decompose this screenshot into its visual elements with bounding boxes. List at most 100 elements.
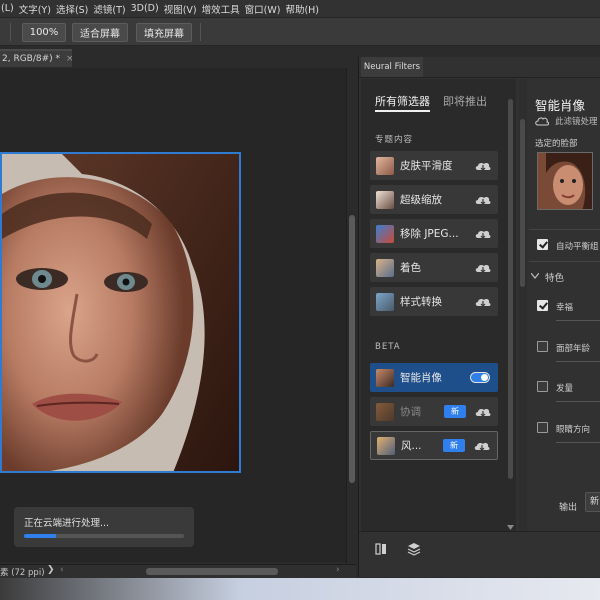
filter-label: 皮肤平滑度 (400, 160, 453, 172)
scroll-right-icon[interactable]: › (336, 565, 340, 575)
filter-settings: 智能肖像 此滤镜处理 选定的脸部 自动平衡组 特色 幸福 面部年龄 发量 眼睛方… (519, 79, 600, 531)
cloud-download-icon[interactable] (474, 262, 492, 274)
output-label: 输出 (559, 503, 578, 513)
menu-item-select[interactable]: 选择(S) (56, 2, 93, 16)
happiness-checkbox[interactable] (537, 300, 548, 311)
cloud-note: 此滤镜处理 (535, 115, 598, 127)
facial-age-slider[interactable] (556, 361, 600, 362)
filter-label: 超级缩放 (400, 194, 442, 206)
skin-smoothing-icon (376, 156, 394, 175)
zoom-percent-button[interactable]: 100% (22, 23, 66, 42)
filter-item-style-transfer[interactable]: 样式转换 (370, 287, 498, 316)
jpeg-artifacts-icon (376, 224, 394, 243)
document-tab-title: 2, RGB/8#) * (2, 54, 61, 64)
menu-item-layer[interactable]: (L) (0, 3, 19, 14)
beta-section-title: BETA (375, 342, 401, 352)
progress-fill (24, 534, 56, 538)
taskbar-strip (0, 578, 600, 600)
filter-label: 风... (401, 440, 422, 452)
filter-list-scrollbar[interactable] (506, 79, 516, 531)
happiness-label: 幸福 (556, 303, 574, 313)
options-divider (10, 23, 11, 41)
auto-balance-label: 自动平衡组 (556, 242, 599, 252)
new-badge: 新 (444, 405, 466, 418)
menu-item-help[interactable]: 帮助(H) (285, 2, 324, 16)
eye-direction-checkbox[interactable] (537, 422, 548, 433)
panel-tab-neural-filters[interactable]: Neural Filters (361, 57, 423, 77)
settings-scrollbar[interactable] (519, 79, 527, 531)
filter-item-landscape-mixer[interactable]: 风... 新 (370, 431, 498, 460)
menu-item-3d[interactable]: 3D(D) (131, 3, 164, 14)
auto-balance-checkbox[interactable] (537, 239, 548, 250)
cloud-download-icon[interactable] (474, 160, 492, 172)
cloud-note-text: 此滤镜处理 (555, 117, 598, 127)
filter-list: 所有筛选器 即将推出 专题内容 皮肤平滑度 超级缩放 移除 JPEG... 着色… (361, 79, 506, 531)
canvas-vertical-scrollbar[interactable] (346, 68, 356, 564)
filter-item-skin-smoothing[interactable]: 皮肤平滑度 (370, 151, 498, 180)
options-divider (200, 23, 201, 41)
panel-footer (359, 531, 600, 577)
status-bar: 素 (72 ppi) ❯ ‹ › (0, 564, 356, 578)
cloud-download-icon[interactable] (474, 228, 492, 240)
hair-thickness-checkbox[interactable] (537, 381, 548, 392)
features-section-label: 特色 (545, 273, 565, 284)
close-icon[interactable]: × (66, 54, 72, 64)
cloud-download-icon[interactable] (474, 406, 492, 418)
scroll-thumb[interactable] (349, 215, 355, 483)
filter-toggle[interactable] (470, 372, 490, 383)
cloud-progress-toast: 正在云端进行处理... (14, 507, 194, 547)
hair-thickness-slider[interactable] (556, 401, 600, 402)
menu-item-plugins[interactable]: 增效工具 (202, 2, 245, 16)
chevron-down-icon[interactable] (507, 525, 514, 530)
cloud-icon (535, 117, 549, 126)
menu-item-filter[interactable]: 滤镜(T) (93, 2, 130, 16)
featured-section-title: 专题内容 (375, 135, 414, 145)
chevron-down-icon[interactable] (531, 273, 539, 279)
menu-bar: (L) 文字(Y) 选择(S) 滤镜(T) 3D(D) 视图(V) 增效工具 窗… (0, 0, 600, 17)
filter-label: 着色 (400, 262, 421, 274)
fit-screen-button[interactable]: 适合屏幕 (72, 23, 128, 42)
filter-item-colorize[interactable]: 着色 (370, 253, 498, 282)
filter-label: 样式转换 (400, 296, 442, 308)
tab-all-filters[interactable]: 所有筛选器 (375, 93, 430, 112)
facial-age-checkbox[interactable] (537, 341, 548, 352)
tab-coming-soon[interactable]: 即将推出 (443, 93, 487, 109)
cloud-download-icon[interactable] (474, 194, 492, 206)
selected-face-thumbnail[interactable] (537, 152, 593, 210)
filter-title: 智能肖像 (535, 98, 586, 113)
filter-item-super-zoom[interactable]: 超级缩放 (370, 185, 498, 214)
new-badge: 新 (443, 439, 465, 452)
fill-screen-button[interactable]: 填充屏幕 (136, 23, 192, 42)
filter-label: 移除 JPEG... (400, 228, 459, 240)
compare-icon[interactable] (375, 542, 389, 556)
happiness-slider[interactable] (556, 320, 600, 321)
scroll-left-icon[interactable]: ‹ (60, 565, 64, 575)
filter-label: 协调 (400, 406, 421, 418)
filter-item-smart-portrait[interactable]: 智能肖像 (370, 363, 498, 392)
menu-item-window[interactable]: 窗口(W) (245, 2, 286, 16)
menu-item-type[interactable]: 文字(Y) (19, 2, 56, 16)
cloud-download-icon[interactable] (474, 296, 492, 308)
menu-item-view[interactable]: 视图(V) (164, 2, 202, 16)
cloud-download-icon[interactable] (473, 440, 491, 452)
filter-label: 智能肖像 (400, 372, 442, 384)
progress-bar (24, 534, 184, 538)
filter-item-remove-jpeg-artifacts[interactable]: 移除 JPEG... (370, 219, 498, 248)
neural-filters-panel: Neural Filters 所有筛选器 即将推出 专题内容 皮肤平滑度 超级缩… (358, 57, 600, 577)
document-tab[interactable]: 2, RGB/8#) * × (0, 49, 72, 67)
output-select[interactable]: 新 (585, 492, 600, 512)
scroll-thumb[interactable] (520, 119, 525, 287)
horizontal-scroll-thumb[interactable] (146, 568, 278, 575)
layers-icon[interactable] (407, 542, 421, 556)
filter-item-harmonization[interactable]: 协调 新 (370, 397, 498, 426)
settings-divider (529, 229, 600, 230)
selected-face-label: 选定的脸部 (535, 139, 578, 149)
settings-divider (529, 261, 600, 262)
status-menu-arrow-icon[interactable]: ❯ (47, 565, 55, 575)
portrait-photo[interactable] (0, 152, 241, 473)
scroll-thumb[interactable] (508, 99, 513, 479)
document-resolution: 素 (72 ppi) (0, 568, 45, 578)
options-bar: 100% 适合屏幕 填充屏幕 (0, 17, 600, 46)
smart-portrait-icon (376, 368, 394, 387)
eye-direction-slider[interactable] (556, 442, 600, 443)
